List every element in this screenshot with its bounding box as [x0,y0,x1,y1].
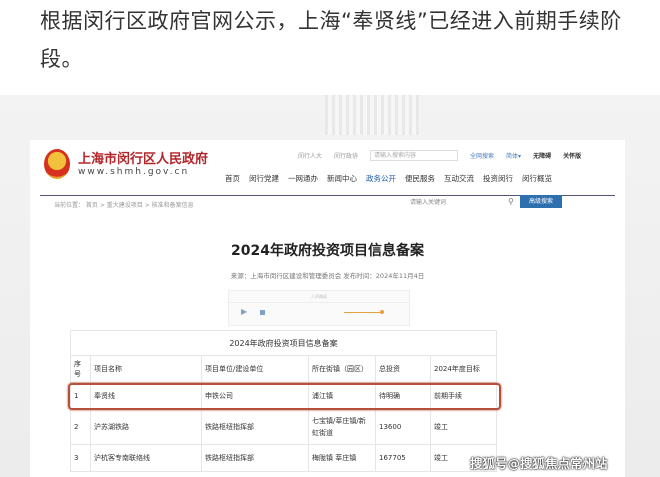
keyword-input[interactable]: 请输入关键词 [410,197,505,208]
top-search-input[interactable]: 请输入搜索内容 [370,150,459,161]
table-row: 2 沪苏湖铁路 铁路枢纽指挥部 七宝镇/莘庄镇/新虹街道 13600 竣工 [70,409,497,445]
nav-item[interactable]: 闵行概览 [522,173,552,184]
nav-item[interactable]: 互动交流 [444,173,474,184]
search-icon[interactable]: ⚲ [508,197,514,206]
player-caption: 人声朗读 [229,291,409,303]
link-zhengxie[interactable]: 闵行政协 [334,151,358,160]
stop-icon[interactable] [260,310,265,315]
nav-item[interactable]: 便民服务 [405,173,435,184]
header-cell: 项目单位/建设单位 [201,355,309,383]
cell: 2 [70,409,91,445]
cell: 13600 [375,409,431,445]
gov-webpage: 上海市闵行区人民政府 www.shmh.gov.cn 闵行人大 闵行政协 请输入… [30,140,625,477]
cell: 沪苏湖铁路 [90,409,202,445]
cell: 3 [70,444,91,472]
cell: 竣工 [430,409,497,445]
cell: 167705 [375,444,431,472]
watermark: 搜狐号@搜狐焦点常州站 [470,456,608,471]
site-url: www.shmh.gov.cn [78,167,190,177]
advanced-search-button[interactable]: 高级搜索 [520,195,562,208]
header-cell: 所在街镇（园区） [308,355,376,383]
volume-slider[interactable] [344,310,384,314]
site-name[interactable]: 上海市闵行区人民政府 [78,148,208,167]
page-title: 2024年政府投资项目信息备案 [231,243,424,259]
table-header: 序号 项目名称 项目单位/建设单位 所在街镇（园区） 总投资 2024年度目标 [70,355,497,383]
highlight-box [68,383,501,410]
cell: 铁路枢纽指挥部 [201,409,309,445]
main-nav: 首页 闵行党建 一网通办 新闻中心 政务公开 便民服务 互动交流 投资闵行 闵行… [225,173,552,184]
nav-item[interactable]: 投资闵行 [483,173,513,184]
article-text: 根据闵行区政府官网公示，上海“奉贤线”已经进入前期手续阶段。 [40,9,622,71]
table-row: 3 沪杭客专南联络线 铁路枢纽指挥部 梅陇镇 莘庄镇 167705 竣工 [70,444,497,472]
national-emblem-icon [44,149,70,179]
header-cell: 2024年度目标 [430,355,497,383]
table-caption: 2024年政府投资项目信息备案 [70,330,497,356]
cell: 铁路枢纽指挥部 [201,444,309,472]
link-renda[interactable]: 闵行人大 [298,151,322,160]
breadcrumb[interactable]: 当前位置： 首页 > 重大建设项目 > 核准和备案信息 [54,200,194,209]
nav-item[interactable]: 闵行党建 [249,173,279,184]
site-search-button[interactable]: 全网搜索 [470,151,494,160]
header-cell: 项目名称 [90,355,202,383]
audio-player: 人声朗读 ▶ [228,290,410,326]
cell: 梅陇镇 莘庄镇 [308,444,376,472]
nav-item[interactable]: 新闻中心 [327,173,357,184]
care-mode-link[interactable]: 关怀版 [563,151,581,160]
source-line: 来源：上海市闵行区建设和管理委员会 发布时间：2024年11月4日 [230,272,425,280]
nav-item[interactable]: 首页 [225,173,240,184]
nav-item-active[interactable]: 政务公开 [366,173,396,184]
play-icon[interactable]: ▶ [241,307,247,316]
nav-item[interactable]: 一网通办 [288,173,318,184]
accessibility-link[interactable]: 无障碍 [533,151,551,160]
header-cell: 序号 [70,355,91,383]
cell: 沪杭客专南联络线 [90,444,202,472]
header-cell: 总投资 [375,355,431,383]
language-select[interactable]: 简体▾ [506,151,521,160]
cell: 七宝镇/莘庄镇/新虹街道 [308,409,376,445]
